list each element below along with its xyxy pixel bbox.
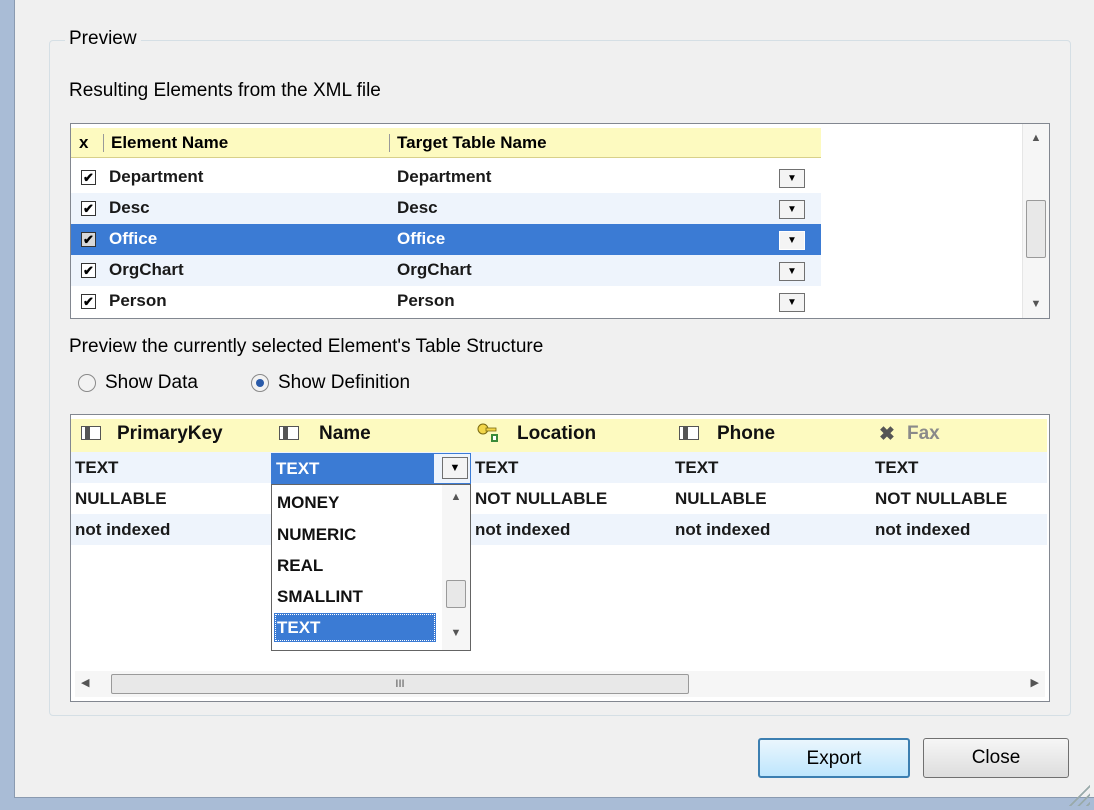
- preview-group-title: Preview: [65, 28, 141, 50]
- scroll-grip: III: [395, 678, 405, 690]
- dropdown-scrollbar[interactable]: ▲ ▼: [442, 485, 470, 650]
- col-header-element-name[interactable]: Element Name: [111, 128, 228, 158]
- table-row-selected[interactable]: ✔ Office Office ▼: [71, 224, 821, 255]
- dropdown-option[interactable]: REAL: [274, 551, 436, 580]
- table-cell[interactable]: TEXT: [475, 452, 518, 483]
- definition-grid[interactable]: PrimaryKey Name Location Phone ✖ Fax TEX…: [70, 414, 1050, 702]
- col-header-location[interactable]: Location: [517, 419, 596, 449]
- datatype-combobox[interactable]: TEXT ▼: [271, 453, 471, 484]
- scroll-up-arrow-icon[interactable]: ▲: [1023, 132, 1049, 144]
- scroll-left-arrow-icon[interactable]: ◀: [81, 676, 89, 689]
- elements-grid[interactable]: x Element Name Target Table Name ✔ Depar…: [70, 123, 1050, 319]
- table-cell[interactable]: TEXT: [875, 452, 918, 483]
- column-icon: [81, 426, 101, 440]
- table-cell[interactable]: TEXT: [75, 452, 118, 483]
- elements-grid-header: x Element Name Target Table Name: [71, 128, 821, 158]
- elements-vertical-scrollbar[interactable]: ▲ ▼: [1022, 124, 1049, 318]
- elements-label: Resulting Elements from the XML file: [69, 80, 381, 101]
- col-divider: [389, 134, 390, 152]
- structure-label: Preview the currently selected Element's…: [69, 336, 544, 357]
- dropdown-option[interactable]: MONEY: [274, 488, 436, 517]
- export-button[interactable]: Export: [758, 738, 910, 778]
- target-table-cell[interactable]: Desc: [397, 193, 438, 223]
- target-dropdown-button[interactable]: ▼: [779, 262, 805, 281]
- table-cell[interactable]: not indexed: [475, 514, 570, 545]
- table-cell[interactable]: NULLABLE: [75, 483, 167, 514]
- col-header-target-table[interactable]: Target Table Name: [397, 128, 547, 158]
- table-cell[interactable]: not indexed: [675, 514, 770, 545]
- datatype-combobox-value[interactable]: TEXT: [272, 454, 434, 483]
- table-cell[interactable]: not indexed: [875, 514, 970, 545]
- column-icon: [279, 426, 299, 440]
- target-dropdown-button[interactable]: ▼: [779, 293, 805, 312]
- target-table-cell[interactable]: OrgChart: [397, 255, 472, 285]
- target-table-cell[interactable]: Department: [397, 162, 491, 192]
- show-data-radio[interactable]: [78, 374, 96, 392]
- target-dropdown-button[interactable]: ▼: [779, 169, 805, 188]
- element-name-cell: Department: [109, 167, 204, 186]
- include-checkbox[interactable]: ✔: [81, 294, 96, 309]
- scroll-down-arrow-icon[interactable]: ▼: [442, 627, 470, 639]
- target-table-cell[interactable]: Office: [397, 224, 445, 254]
- include-checkbox[interactable]: ✔: [81, 232, 96, 247]
- table-cell[interactable]: TEXT: [675, 452, 718, 483]
- table-cell[interactable]: NULLABLE: [675, 483, 767, 514]
- target-dropdown-button[interactable]: ▼: [778, 230, 806, 251]
- col-divider: [103, 134, 104, 152]
- dropdown-option-selected[interactable]: TEXT: [274, 613, 436, 642]
- scroll-thumb[interactable]: [1026, 200, 1046, 258]
- dropdown-option[interactable]: SMALLINT: [274, 582, 436, 611]
- include-checkbox[interactable]: ✔: [81, 170, 96, 185]
- col-header-x[interactable]: x: [79, 128, 88, 158]
- table-row[interactable]: ✔ Department Department ▼: [71, 162, 821, 193]
- element-name-cell: Office: [109, 229, 158, 248]
- element-name-cell: Desc: [109, 198, 150, 217]
- include-checkbox[interactable]: ✔: [81, 263, 96, 278]
- include-checkbox[interactable]: ✔: [81, 201, 96, 216]
- table-cell[interactable]: not indexed: [75, 514, 170, 545]
- definition-horizontal-scrollbar[interactable]: ◀ III ▶: [75, 671, 1045, 697]
- show-definition-label[interactable]: Show Definition: [278, 372, 410, 394]
- dropdown-option[interactable]: NUMERIC: [274, 520, 436, 549]
- col-header-phone[interactable]: Phone: [717, 419, 775, 449]
- scroll-thumb[interactable]: III: [111, 674, 689, 694]
- col-header-fax[interactable]: Fax: [907, 419, 940, 449]
- element-name-cell: Person: [109, 291, 167, 310]
- scroll-right-arrow-icon[interactable]: ▶: [1031, 676, 1039, 689]
- table-cell[interactable]: NOT NULLABLE: [875, 483, 1007, 514]
- table-row[interactable]: ✔ Person Person ▼: [71, 286, 821, 317]
- close-button[interactable]: Close: [923, 738, 1069, 778]
- chevron-down-icon[interactable]: ▼: [442, 457, 468, 479]
- datatype-dropdown-list[interactable]: MONEY NUMERIC REAL SMALLINT TEXT ▲ ▼: [271, 484, 471, 651]
- table-row[interactable]: ✔ Desc Desc ▼: [71, 193, 821, 224]
- table-row[interactable]: ✔ OrgChart OrgChart ▼: [71, 255, 821, 286]
- table-cell[interactable]: NOT NULLABLE: [475, 483, 607, 514]
- show-definition-radio[interactable]: [251, 374, 269, 392]
- key-icon: [477, 423, 499, 443]
- target-dropdown-button[interactable]: ▼: [779, 200, 805, 219]
- show-data-label[interactable]: Show Data: [105, 372, 198, 394]
- scroll-up-arrow-icon[interactable]: ▲: [442, 491, 470, 503]
- scroll-down-arrow-icon[interactable]: ▼: [1023, 298, 1049, 310]
- column-icon: [679, 426, 699, 440]
- excluded-icon: ✖: [879, 424, 895, 445]
- element-name-cell: OrgChart: [109, 260, 184, 279]
- scroll-thumb[interactable]: [446, 580, 466, 608]
- target-table-cell[interactable]: Person: [397, 286, 455, 316]
- col-header-primarykey[interactable]: PrimaryKey: [117, 419, 223, 449]
- col-header-name[interactable]: Name: [319, 419, 371, 449]
